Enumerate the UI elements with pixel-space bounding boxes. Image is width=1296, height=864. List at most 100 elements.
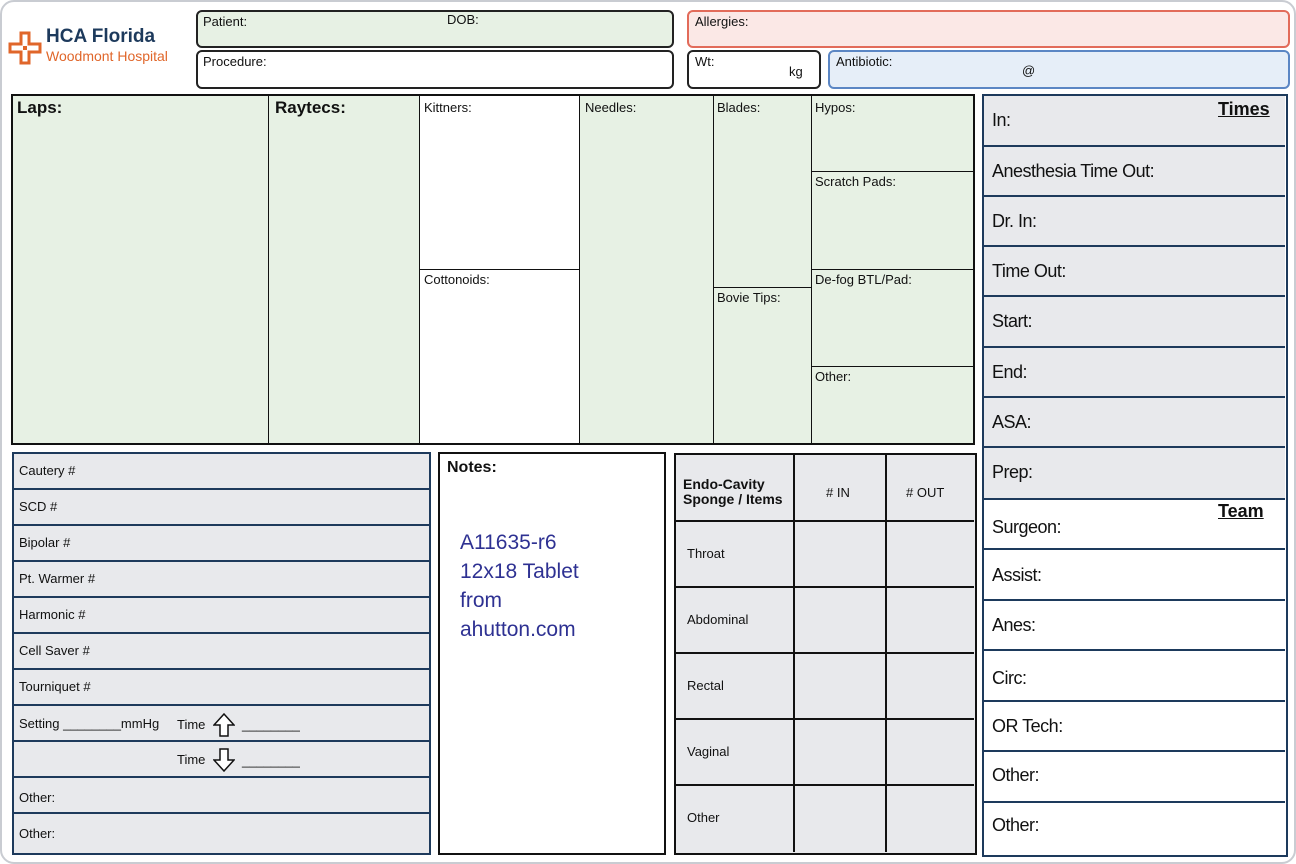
blades-box[interactable]: Blades: [714,96,812,288]
cross-logo-icon [8,31,42,65]
time-row-asa[interactable]: ASA: [984,398,1285,448]
endo-row-label: Rectal [687,678,724,693]
notes-line: from [460,589,502,612]
team-row-anes[interactable]: Anes: [984,601,1285,651]
time-label: Prep: [992,462,1033,482]
notes-panel[interactable]: Notes: A11635-r6 12x18 Tablet from ahutt… [438,452,666,855]
time-label: Time Out: [992,261,1066,281]
endo-header-line: Sponge / Items [683,491,783,507]
laps-label: Laps: [17,98,63,117]
col-divider [885,455,887,522]
equip-label: SCD # [19,499,58,514]
equip-row-tourniquet[interactable]: Tourniquet # [14,670,429,706]
defog-box[interactable]: De-fog BTL/Pad: [812,270,973,367]
cottonoids-label: Cottonoids: [424,272,490,287]
team-row-or-tech[interactable]: OR Tech: [984,702,1285,752]
equip-label: Cautery # [19,463,76,478]
procedure-label: Procedure: [203,54,267,69]
notes-text: A11635-r6 12x18 Tablet from ahutton.com [460,528,579,644]
bovie-tips-box[interactable]: Bovie Tips: [714,288,812,443]
arrow-up-icon [213,713,235,737]
col-divider [885,522,887,852]
equip-row-warmer[interactable]: Pt. Warmer # [14,562,429,598]
col-divider [793,522,795,852]
time-label: Start: [992,311,1033,331]
time-row-dr-in[interactable]: Dr. In: [984,197,1285,247]
patient-field[interactable]: Patient: DOB: [196,10,674,48]
arrow-down-icon [213,748,235,772]
team-row-assist[interactable]: Assist: [984,550,1285,601]
team-label: OR Tech: [992,716,1063,736]
team-row-surgeon[interactable]: Surgeon: [984,500,1285,550]
equip-row-scd[interactable]: SCD # [14,490,429,526]
endo-row-label: Abdominal [687,612,749,627]
allergies-label: Allergies: [695,14,749,29]
team-label: Assist: [992,565,1042,585]
equip-row-bipolar[interactable]: Bipolar # [14,526,429,562]
logo-name: HCA Florida [46,26,156,47]
setting-label: Setting ________mmHg [19,716,160,731]
time-row-prep[interactable]: Prep: [984,448,1285,500]
kittners-box[interactable]: Kittners: [420,96,580,270]
team-row-other-1[interactable]: Other: [984,752,1285,803]
endo-row-vaginal[interactable]: Vaginal [676,720,974,786]
time-row-anesthesia[interactable]: Anesthesia Time Out: [984,147,1285,197]
team-section: Team Surgeon: Assist: Anes: Circ: OR Tec… [984,500,1285,854]
endo-cavity-table: Endo-Cavity Sponge / Items # IN # OUT Th… [674,453,977,855]
time-down-blank: ________ [242,753,300,768]
equip-row-other-1[interactable]: Other: [14,778,429,814]
allergies-field[interactable]: Allergies: [687,10,1290,48]
endo-row-label: Vaginal [687,744,730,759]
equip-label: Cell Saver # [19,643,90,658]
needles-label: Needles: [585,100,637,115]
tourniquet-down-row[interactable]: Time ________ [14,742,429,778]
team-row-other-2[interactable]: Other: [984,803,1285,854]
time-row-end[interactable]: End: [984,348,1285,398]
equip-row-cautery[interactable]: Cautery # [14,454,429,490]
antibiotic-at: @ [1022,63,1036,78]
scratch-pads-box[interactable]: Scratch Pads: [812,172,973,270]
weight-field[interactable]: Wt: kg [687,50,821,89]
kittners-label: Kittners: [424,100,472,115]
notes-title: Notes: [447,459,497,476]
tourniquet-setting-row[interactable]: Setting ________mmHg Time ________ [14,706,429,742]
team-row-circ[interactable]: Circ: [984,651,1285,702]
col-out-header: # OUT [906,485,945,500]
equip-label: Other: [19,826,56,841]
counts-grid: Laps: Raytecs: Kittners: Cottonoids: Nee… [11,94,975,445]
equip-row-cell-saver[interactable]: Cell Saver # [14,634,429,670]
endo-row-rectal[interactable]: Rectal [676,654,974,720]
time-label: End: [992,362,1028,382]
endo-header-row: Endo-Cavity Sponge / Items # IN # OUT [676,455,974,522]
time-row-in[interactable]: In: [984,96,1285,147]
scratch-pads-label: Scratch Pads: [815,174,896,189]
endo-row-throat[interactable]: Throat [676,522,974,588]
raytecs-box[interactable]: Raytecs: [269,96,420,443]
time-row-time-out[interactable]: Time Out: [984,247,1285,297]
antibiotic-label: Antibiotic: [836,54,893,69]
times-section: Times In: Anesthesia Time Out: Dr. In: T… [984,96,1285,500]
equip-row-harmonic[interactable]: Harmonic # [14,598,429,634]
counts-other-box[interactable]: Other: [812,367,973,443]
needles-box[interactable]: Needles: [580,96,714,443]
antibiotic-field[interactable]: Antibiotic: @ [828,50,1290,89]
hypos-label: Hypos: [815,100,856,115]
equip-row-other-2[interactable]: Other: [14,814,429,852]
endo-row-label: Throat [687,546,725,561]
equip-label: Other: [19,790,56,805]
bovie-tips-label: Bovie Tips: [717,290,781,305]
procedure-field[interactable]: Procedure: [196,50,674,89]
team-label: Anes: [992,615,1036,635]
hypos-box[interactable]: Hypos: [812,96,973,172]
cottonoids-box[interactable]: Cottonoids: [420,270,580,443]
laps-box[interactable]: Laps: [13,96,269,443]
counts-other-label: Other: [815,369,852,384]
time-row-start[interactable]: Start: [984,297,1285,348]
times-team-panel: Times In: Anesthesia Time Out: Dr. In: T… [982,94,1288,857]
equip-label: Harmonic # [19,607,86,622]
team-label: Other: [992,765,1040,785]
endo-row-other[interactable]: Other [676,786,974,852]
time-up-label: Time [177,717,206,732]
notes-line: A11635-r6 [460,531,557,554]
endo-row-abdominal[interactable]: Abdominal [676,588,974,654]
